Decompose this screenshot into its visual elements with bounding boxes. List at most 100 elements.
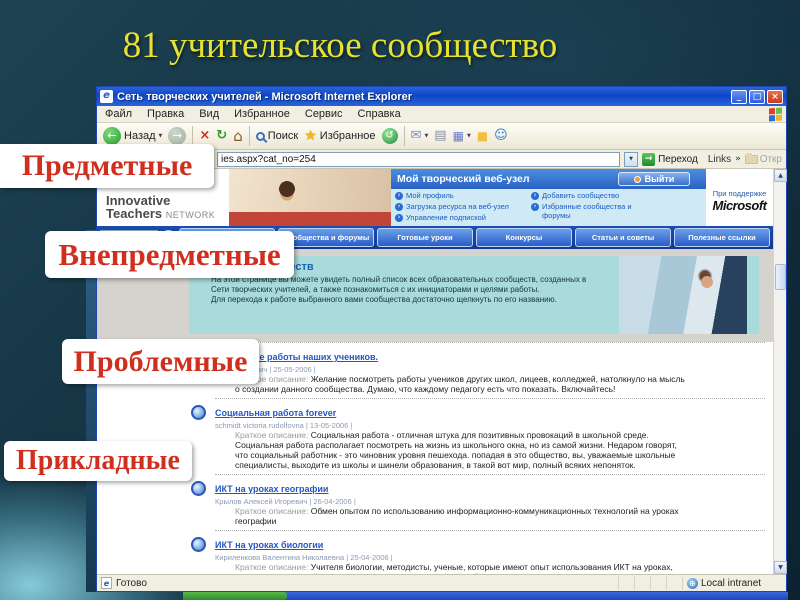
- list-item: Проектные работы наших учеников. Олег Ол…: [191, 342, 765, 398]
- back-label: Назад: [124, 130, 156, 142]
- user-link-profile[interactable]: Мой профиль: [406, 191, 454, 200]
- label-subject: Предметные: [0, 144, 214, 188]
- close-button[interactable]: ×: [767, 89, 783, 104]
- page-content: Список сообществ На этой странице вы мож…: [97, 249, 773, 574]
- bullet-icon: ›: [531, 203, 539, 211]
- community-icon: [191, 537, 206, 552]
- intro-paragraph-1: На этой странице вы можете увидеть полны…: [211, 275, 587, 294]
- menu-help[interactable]: Справка: [358, 108, 401, 120]
- mail-button[interactable]: ✉ ▼: [411, 127, 429, 145]
- menu-favorites[interactable]: Избранное: [234, 108, 290, 120]
- community-link[interactable]: ИКТ на уроках биологии: [215, 540, 323, 551]
- logout-label: Выйти: [644, 174, 675, 184]
- logo-word-3: NETWORK: [165, 210, 216, 220]
- taskbar[interactable]: [183, 592, 788, 600]
- go-button[interactable]: → Переход: [642, 152, 698, 166]
- desc-label: Краткое описание:: [235, 562, 309, 572]
- community-link[interactable]: Социальная работа forever: [215, 408, 336, 419]
- start-button-fragment[interactable]: [183, 592, 287, 600]
- links-label[interactable]: Links: [708, 154, 731, 165]
- folder-icon: [744, 152, 758, 164]
- address-input[interactable]: ies.aspx?cat_no=254: [217, 151, 621, 167]
- support-block: При поддержке Microsoft: [706, 169, 773, 226]
- user-link-add-community[interactable]: Добавить сообщество: [542, 191, 619, 200]
- favorites-button[interactable]: ★ Избранное: [304, 127, 375, 145]
- label-extracurricular: Внепредметные: [45, 231, 294, 278]
- community-link[interactable]: ИКТ на уроках географии: [215, 484, 328, 495]
- browser-titlebar[interactable]: e Сеть творческих учителей - Microsoft I…: [97, 87, 786, 106]
- favorites-label: Избранное: [319, 130, 376, 142]
- windows-logo-icon: [769, 107, 782, 122]
- status-cell: [634, 576, 650, 590]
- forward-button[interactable]: →: [168, 127, 187, 145]
- intranet-globe-icon: ⊕: [687, 577, 698, 589]
- status-zone-text: Local intranet: [701, 577, 762, 589]
- menu-bar: Файл Правка Вид Избранное Сервис Справка: [97, 106, 786, 123]
- intro-photo: [619, 256, 747, 334]
- media-caret-icon: ▼: [466, 133, 471, 139]
- microsoft-logo: Microsoft: [712, 198, 768, 213]
- search-label: Поиск: [267, 130, 299, 142]
- user-link-subscription[interactable]: Управление подпиской: [406, 213, 486, 222]
- toolbar-separator: [192, 126, 194, 146]
- window-title: Сеть творческих учителей - Microsoft Int…: [117, 90, 413, 103]
- status-cell: [650, 576, 666, 590]
- media-icon: ▦: [452, 129, 464, 143]
- menu-tools[interactable]: Сервис: [305, 108, 343, 120]
- logo-word-2: Teachers: [106, 206, 163, 221]
- back-button[interactable]: ← Назад ▼: [103, 127, 162, 145]
- community-meta: schmidt victoria rudolfovna | 13-05-2006…: [215, 421, 353, 430]
- favorites-star-icon: ★: [304, 128, 317, 144]
- list-item: ИКТ на уроках биологии Кириленкова Вален…: [191, 530, 765, 574]
- user-header-title: Мой творческий веб-узел: [397, 173, 530, 185]
- bullet-icon: ›: [395, 203, 403, 211]
- toolbar-separator: [403, 126, 405, 146]
- tab-lessons[interactable]: Готовые уроки: [377, 228, 473, 247]
- slide: 81 учительское сообщество e Сеть творчес…: [0, 0, 800, 600]
- scroll-down-icon[interactable]: ▼: [774, 561, 787, 574]
- menu-file[interactable]: Файл: [105, 108, 132, 120]
- logout-button[interactable]: Выйти: [618, 172, 690, 186]
- user-link-favorite-communities[interactable]: Избранные сообщества и форумы: [542, 202, 659, 220]
- tab-contests[interactable]: Конкурсы: [476, 228, 572, 247]
- scrollbar[interactable]: ▲ ▼: [773, 169, 787, 574]
- community-icon: [191, 481, 206, 496]
- scroll-thumb[interactable]: [775, 264, 786, 290]
- label-problem: Проблемные: [62, 339, 259, 384]
- list-item: Социальная работа forever schmidt victor…: [191, 398, 765, 474]
- slide-title: 81 учительское сообщество: [122, 25, 558, 66]
- tab-links[interactable]: Полезные ссылки: [674, 228, 770, 247]
- menu-edit[interactable]: Правка: [147, 108, 184, 120]
- home-button[interactable]: ⌂: [233, 127, 243, 145]
- address-dropdown-icon[interactable]: ▼: [624, 151, 639, 167]
- maximize-button[interactable]: □: [749, 89, 765, 104]
- open-folder-indicator: Откр: [744, 152, 782, 165]
- logout-icon: [633, 175, 641, 183]
- edit-note-button[interactable]: ■: [477, 127, 488, 145]
- history-button[interactable]: ↺: [381, 128, 398, 144]
- refresh-button[interactable]: ↻: [216, 127, 227, 145]
- tab-articles[interactable]: Статьи и советы: [575, 228, 671, 247]
- menu-view[interactable]: Вид: [199, 108, 219, 120]
- search-button[interactable]: Поиск: [255, 130, 299, 142]
- media-button[interactable]: ▦ ▼: [453, 127, 471, 145]
- status-ready-text: Готово: [116, 577, 147, 589]
- open-partial-label: Откр: [759, 153, 782, 165]
- print-button[interactable]: ▤: [434, 127, 446, 145]
- stop-button[interactable]: ×: [199, 127, 210, 145]
- mail-icon: ✉: [410, 128, 422, 143]
- back-caret-icon[interactable]: ▼: [159, 133, 163, 139]
- status-bar: e Готово ⊕ Local intranet: [97, 574, 786, 591]
- links-chevron-icon[interactable]: »: [735, 154, 741, 164]
- scroll-up-icon[interactable]: ▲: [774, 169, 787, 182]
- user-link-upload[interactable]: Загрузка ресурса на веб-узел: [406, 202, 509, 211]
- community-meta: Крылов Алексей Игоревич | 26-04-2006 |: [215, 497, 356, 506]
- support-label: При поддержке: [712, 189, 767, 198]
- messenger-button[interactable]: ☺: [494, 127, 508, 145]
- community-meta: Кириленкова Валентина Николаевна | 25-04…: [215, 553, 393, 562]
- minimize-button[interactable]: _: [731, 89, 747, 104]
- ie-icon: e: [100, 90, 113, 103]
- bullet-icon: ›: [395, 214, 403, 222]
- desc-label: Краткое описание:: [235, 430, 309, 440]
- bullet-icon: ›: [531, 192, 539, 200]
